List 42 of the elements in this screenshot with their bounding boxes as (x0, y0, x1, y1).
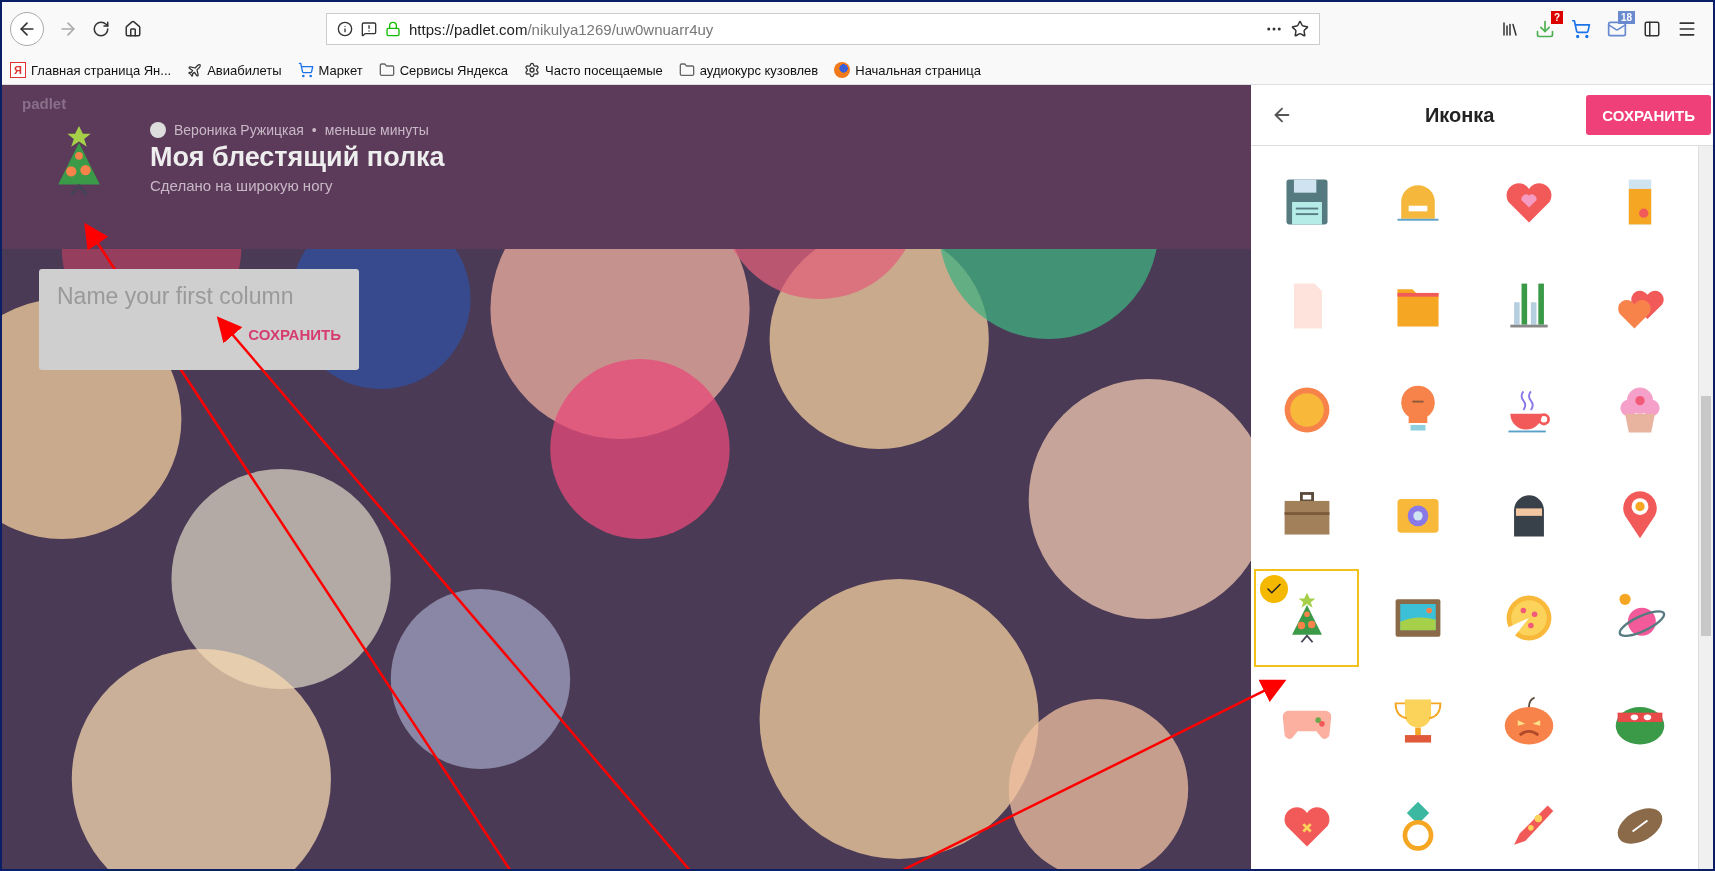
url-text: https://padlet.com/nikulya1269/uw0wnuarr4uy (409, 20, 715, 38)
board-subtitle: Сделано на широкую ногу (150, 177, 334, 194)
browser-logo-icon (834, 62, 851, 78)
download-badge: ? (1550, 11, 1563, 24)
bookmark-item[interactable]: Сервисы Яндекса (378, 62, 509, 78)
home-button[interactable] (124, 20, 142, 38)
bookmark-item[interactable]: Авиабилеты (187, 62, 282, 78)
bookmark-star-icon[interactable] (1291, 20, 1309, 38)
mail-badge: 18 (1617, 11, 1635, 24)
avatar (150, 122, 166, 138)
bookmark-item[interactable]: Часто посещаемые (524, 62, 663, 78)
bookmark-item[interactable]: Я Главная страница Ян... (10, 62, 172, 78)
yandex-logo: Я (10, 62, 26, 78)
reload-button[interactable] (92, 20, 110, 38)
board-title: Моя блестящий полка (150, 142, 445, 173)
library-icon[interactable] (1501, 20, 1519, 38)
cart-icon (297, 62, 314, 78)
info-icon (337, 21, 353, 37)
menu-icon[interactable] (1677, 19, 1697, 39)
chat-icon (361, 21, 377, 37)
back-button[interactable] (10, 12, 44, 46)
bookmark-item[interactable]: Начальная страница (834, 62, 982, 78)
mail-icon[interactable] (1607, 19, 1627, 39)
save-button[interactable]: СОХРАНИТЬ (1586, 95, 1711, 135)
author-name: Вероника Ружицкая (174, 122, 304, 138)
address-bar[interactable]: https://padlet.com/nikulya1269/uw0wnuarr4uy (326, 13, 1320, 45)
sidebar-icon[interactable] (1643, 20, 1661, 38)
separator-dot: • (311, 122, 317, 138)
download-icon[interactable] (1535, 19, 1555, 39)
time-text: меньше минуты (324, 122, 429, 138)
panel-title: Иконка (1423, 103, 1496, 127)
reload-icon (92, 20, 110, 38)
lock-icon (385, 21, 401, 37)
scrollbar[interactable] (1698, 146, 1713, 869)
cart-icon[interactable] (1571, 19, 1591, 39)
home-icon (124, 20, 142, 38)
bookmark-item[interactable]: аудиокурс кузовлев (678, 62, 819, 78)
folder-icon (378, 62, 395, 78)
airplane-icon (187, 62, 203, 78)
folder-icon (678, 62, 695, 78)
gear-icon (524, 62, 541, 78)
bookmark-item[interactable]: Маркет (297, 62, 363, 78)
